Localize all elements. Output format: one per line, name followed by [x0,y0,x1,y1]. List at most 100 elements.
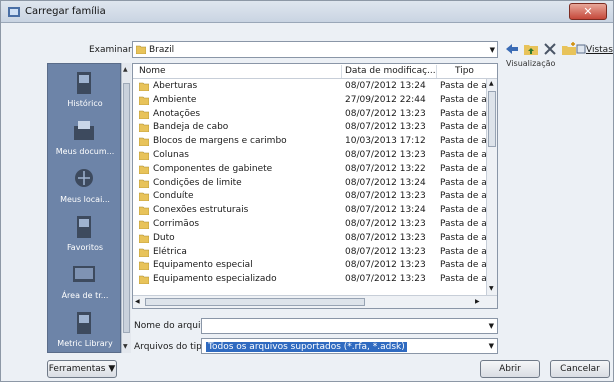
file-list[interactable]: Nome Data de modificaç... Tipo Aberturas… [132,63,498,309]
cancel-button[interactable]: Cancelar [550,360,610,378]
library-icon [77,312,91,334]
folder-icon [139,193,149,202]
chevron-down-icon[interactable]: ▼ [489,342,494,350]
file-date: 27/09/2012 22:44 [345,94,426,105]
scroll-right-icon[interactable]: ▶ [475,298,480,305]
folder-icon [139,220,149,229]
up-folder-button[interactable] [523,41,539,59]
file-row[interactable]: Conduíte 08/07/2012 13:23 Pasta de ar [133,190,488,203]
file-type: Pasta de ar [440,260,488,271]
file-type: Pasta de ar [440,219,488,229]
open-button[interactable]: Abrir [480,360,540,378]
file-name: Componentes de gabinete [153,163,273,174]
file-name: Equipamento especial [153,260,253,271]
folder-icon [139,96,149,105]
views-icon [576,44,586,54]
chevron-down-icon: ▼ [108,364,116,374]
preview-label: Visualização [506,59,556,68]
back-button[interactable] [504,41,520,59]
delete-button[interactable] [542,41,558,59]
file-type-label: Arquivos do tipo: [134,342,211,352]
chevron-down-icon[interactable]: ▼ [489,322,494,330]
folder-icon [139,206,149,216]
scroll-up-icon[interactable]: ▲ [123,66,128,73]
file-row[interactable]: Elétrica 08/07/2012 13:23 Pasta de ar [133,246,488,259]
new-folder-button[interactable] [561,41,577,59]
file-date: 08/07/2012 13:24 [345,177,426,188]
file-type-select[interactable]: Todos os arquivos suportados (*.rfa, *.a… [201,338,498,354]
chevron-down-icon: ▼ [489,46,495,54]
column-name[interactable]: Nome [139,66,166,76]
place-history[interactable]: Histórico [48,66,122,114]
file-date: 08/07/2012 13:23 [345,246,426,257]
file-row[interactable]: Colunas 08/07/2012 13:23 Pasta de ar [133,149,488,162]
folder-icon [139,124,149,133]
views-button[interactable] [576,41,586,59]
file-date: 08/07/2012 13:23 [345,108,426,119]
file-row[interactable]: Bandeja de cabo 08/07/2012 13:23 Pasta de … [133,121,488,134]
history-icon [77,72,91,94]
places-bar: Histórico Meus docum... Meus locai... Fa… [47,63,121,353]
place-my-documents[interactable]: Meus docum... [48,114,122,162]
file-date: 08/07/2012 13:23 [345,260,426,271]
file-row[interactable]: Aberturas 08/07/2012 13:24 Pasta de ar [133,80,488,93]
scroll-down-icon[interactable]: ▼ [123,343,128,350]
file-row[interactable]: Condições de limite 08/07/2012 13:24 Pasta… [133,177,488,190]
file-name: Duto [153,232,175,243]
file-type: Pasta de ar [440,274,488,285]
file-type-value: Todos os arquivos suportados (*.rfa, *.a… [206,342,407,352]
back-arrow-icon [506,44,518,54]
folder-icon [139,234,149,243]
file-row[interactable]: Corrimãos 08/07/2012 13:23 Pasta de ar [133,218,488,231]
app-icon [8,7,20,17]
file-name: Conexões estruturais [153,205,249,216]
place-metric-library[interactable]: Metric Library [48,306,122,354]
file-name-input[interactable]: ▼ [201,318,498,334]
column-date[interactable]: Data de modificaç... [345,66,436,76]
file-type: Pasta de ar [440,205,488,216]
file-type: Pasta de ar [440,94,488,105]
file-row[interactable]: Ambiente 27/09/2012 22:44 Pasta de ar [133,94,488,107]
file-list-hscroll[interactable]: ◀ ▶ [133,295,497,308]
folder-icon [139,179,149,188]
file-name: Corrimãos [153,219,200,229]
scroll-thumb[interactable] [123,83,130,333]
my-network-icon [75,169,93,187]
scroll-down-icon[interactable]: ▼ [489,285,494,292]
file-date: 10/03/2013 17:12 [345,136,426,147]
tools-button[interactable]: Ferramentas ▼ [47,360,117,378]
up-folder-icon [524,45,538,55]
scroll-thumb[interactable] [145,298,365,306]
close-button[interactable]: ✕ [569,3,607,20]
folder-icon [139,110,149,119]
file-list-vscroll[interactable]: ▲ ▼ [486,79,497,295]
scroll-left-icon[interactable]: ◀ [135,298,140,305]
file-type: Pasta de ar [440,81,488,91]
file-row[interactable]: Anotações 08/07/2012 13:23 Pasta de ar [133,108,488,121]
column-type[interactable]: Tipo [455,66,474,76]
close-icon: ✕ [583,5,593,18]
place-desktop[interactable]: Área de tr... [48,258,122,306]
delete-icon [544,43,556,55]
file-row[interactable]: Equipamento especial 08/07/2012 13:23 Past… [133,259,488,272]
place-my-network[interactable]: Meus locai... [48,162,122,210]
favorites-icon [77,216,91,238]
file-type: Pasta de ar [440,177,488,188]
file-name: Colunas [153,150,189,160]
file-date: 08/07/2012 13:24 [345,81,426,91]
file-row[interactable]: Duto 08/07/2012 13:23 Pasta de ar [133,232,488,245]
scroll-thumb[interactable] [488,91,496,147]
file-row[interactable]: Componentes de gabinete 08/07/2012 13:22 P… [133,163,488,176]
new-folder-icon [562,42,576,55]
look-in-dropdown[interactable]: Brazil ▼ [132,41,498,58]
load-family-dialog: Carregar família ✕ Examinar: Brazil ▼ Vi… [0,0,614,382]
scroll-up-icon[interactable]: ▲ [489,80,494,87]
file-row[interactable]: Conexões estruturais 08/07/2012 13:24 Past… [133,204,488,217]
folder-icon [139,165,149,174]
places-scrollbar[interactable]: ▲ ▼ [121,63,131,353]
place-favorites[interactable]: Favoritos [48,210,122,258]
file-type: Pasta de ar [440,232,488,243]
file-row[interactable]: Blocos de margens e carimbo 10/03/2013 17… [133,135,488,148]
file-row[interactable]: Equipamento especializado 08/07/2012 13:2… [133,273,488,286]
views-label[interactable]: Vistas [586,45,613,55]
